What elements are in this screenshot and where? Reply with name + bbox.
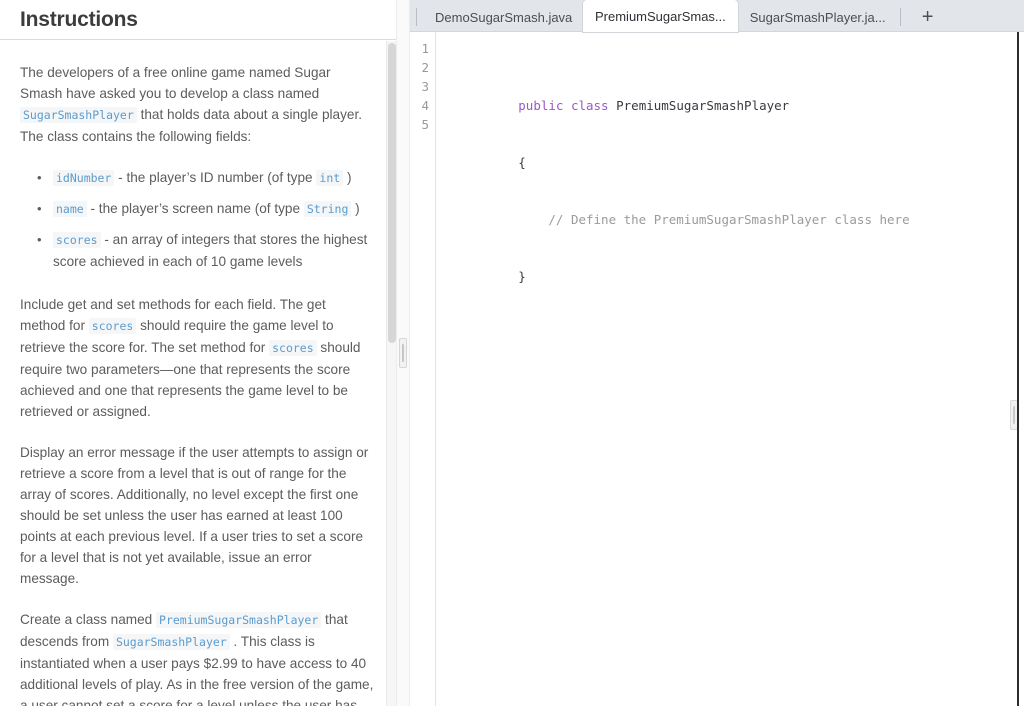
code-token-brace-close: } <box>518 269 526 284</box>
list-item: idNumber - the player’s ID number (of ty… <box>37 167 374 189</box>
field-2-description: - an array of integers that stores the h… <box>53 232 368 269</box>
fields-list: idNumber - the player’s ID number (of ty… <box>20 167 374 272</box>
tab-divider <box>416 8 417 26</box>
instructions-body: The developers of a free online game nam… <box>0 40 396 706</box>
list-item: scores - an array of integers that store… <box>37 229 374 272</box>
code-line: } <box>443 248 1024 284</box>
code-token-brace-open: { <box>518 155 526 170</box>
code-field-name: name <box>53 201 87 217</box>
code-scores-set: scores <box>269 340 317 356</box>
line-number: 1 <box>421 41 429 56</box>
instructions-scrollbar[interactable] <box>386 41 396 706</box>
code-type-int: int <box>316 170 344 186</box>
line-number: 2 <box>421 60 429 75</box>
page-title: Instructions <box>20 7 138 31</box>
code-line: // Define the PremiumSugarSmashPlayer cl… <box>443 191 1024 227</box>
tab-divider <box>899 8 901 26</box>
code-sugarsmashplayer: SugarSmashPlayer <box>20 107 137 123</box>
editor-tab-bar: DemoSugarSmash.java PremiumSugarSmas... … <box>410 0 1024 32</box>
code-content[interactable]: public class PremiumSugarSmashPlayer { /… <box>436 32 1024 706</box>
field-0-description: - the player’s ID number (of type <box>118 170 313 185</box>
field-1-description: - the player’s screen name (of type <box>90 201 301 216</box>
tab-demosugarsmash[interactable]: DemoSugarSmash.java <box>423 2 583 32</box>
instructions-scrollbar-thumb[interactable] <box>388 43 396 343</box>
instructions-paragraph-4: Create a class named PremiumSugarSmashPl… <box>20 609 374 706</box>
code-sugarsmashplayer-parent: SugarSmashPlayer <box>112 634 230 650</box>
instructions-pane: Instructions The developers of a free on… <box>0 0 396 706</box>
code-line: { <box>443 134 1024 170</box>
tab-premiumsugarsmashplayer[interactable]: PremiumSugarSmas... <box>583 0 738 32</box>
code-token-keyword: public <box>518 98 564 113</box>
code-field-scores: scores <box>53 232 101 248</box>
app-root: Instructions The developers of a free on… <box>0 0 1024 706</box>
list-item: name - the player’s screen name (of type… <box>37 198 374 220</box>
pane-splitter[interactable] <box>396 0 410 706</box>
code-type-string: String <box>303 201 352 217</box>
code-token-comment: // Define the PremiumSugarSmashPlayer cl… <box>518 212 910 227</box>
code-token-classname: PremiumSugarSmashPlayer <box>608 98 790 113</box>
tab-label: DemoSugarSmash.java <box>435 9 573 25</box>
field-1-suffix: ) <box>355 201 360 216</box>
code-scores-get: scores <box>88 318 137 334</box>
line-number: 3 <box>421 79 429 94</box>
paragraph-4-text-a: Create a class named <box>20 612 153 627</box>
code-premiumsugarsmashplayer: PremiumSugarSmashPlayer <box>156 612 322 628</box>
line-number: 5 <box>421 117 429 132</box>
line-number-gutter: 1 2 3 4 5 <box>410 32 436 706</box>
tab-sugarsmashplayer[interactable]: SugarSmashPlayer.ja... <box>738 2 898 32</box>
splitter-grip-icon[interactable] <box>399 338 407 368</box>
code-field-idnumber: idNumber <box>53 170 115 186</box>
instructions-paragraph-2: Include get and set methods for each fie… <box>20 294 374 422</box>
tab-label: PremiumSugarSmas... <box>595 8 726 24</box>
line-number: 4 <box>421 98 429 113</box>
add-tab-button[interactable]: + <box>913 2 943 32</box>
code-editor[interactable]: 1 2 3 4 5 public class PremiumSugarSmash… <box>410 32 1024 706</box>
instructions-paragraph-3: Display an error message if the user att… <box>20 445 369 586</box>
instructions-paragraph-1: The developers of a free online game nam… <box>20 62 374 147</box>
editor-pane: DemoSugarSmash.java PremiumSugarSmas... … <box>410 0 1024 706</box>
field-0-suffix: ) <box>346 170 352 185</box>
tab-label: SugarSmashPlayer.ja... <box>749 9 886 25</box>
code-token-keyword: class <box>570 98 609 113</box>
window-edge-top-filler <box>1018 0 1024 32</box>
paragraph-1-text-a: The developers of a free online game nam… <box>20 65 331 101</box>
code-line: public class PremiumSugarSmashPlayer <box>443 77 1024 113</box>
window-right-edge <box>1017 32 1019 706</box>
instructions-header: Instructions <box>0 0 396 40</box>
